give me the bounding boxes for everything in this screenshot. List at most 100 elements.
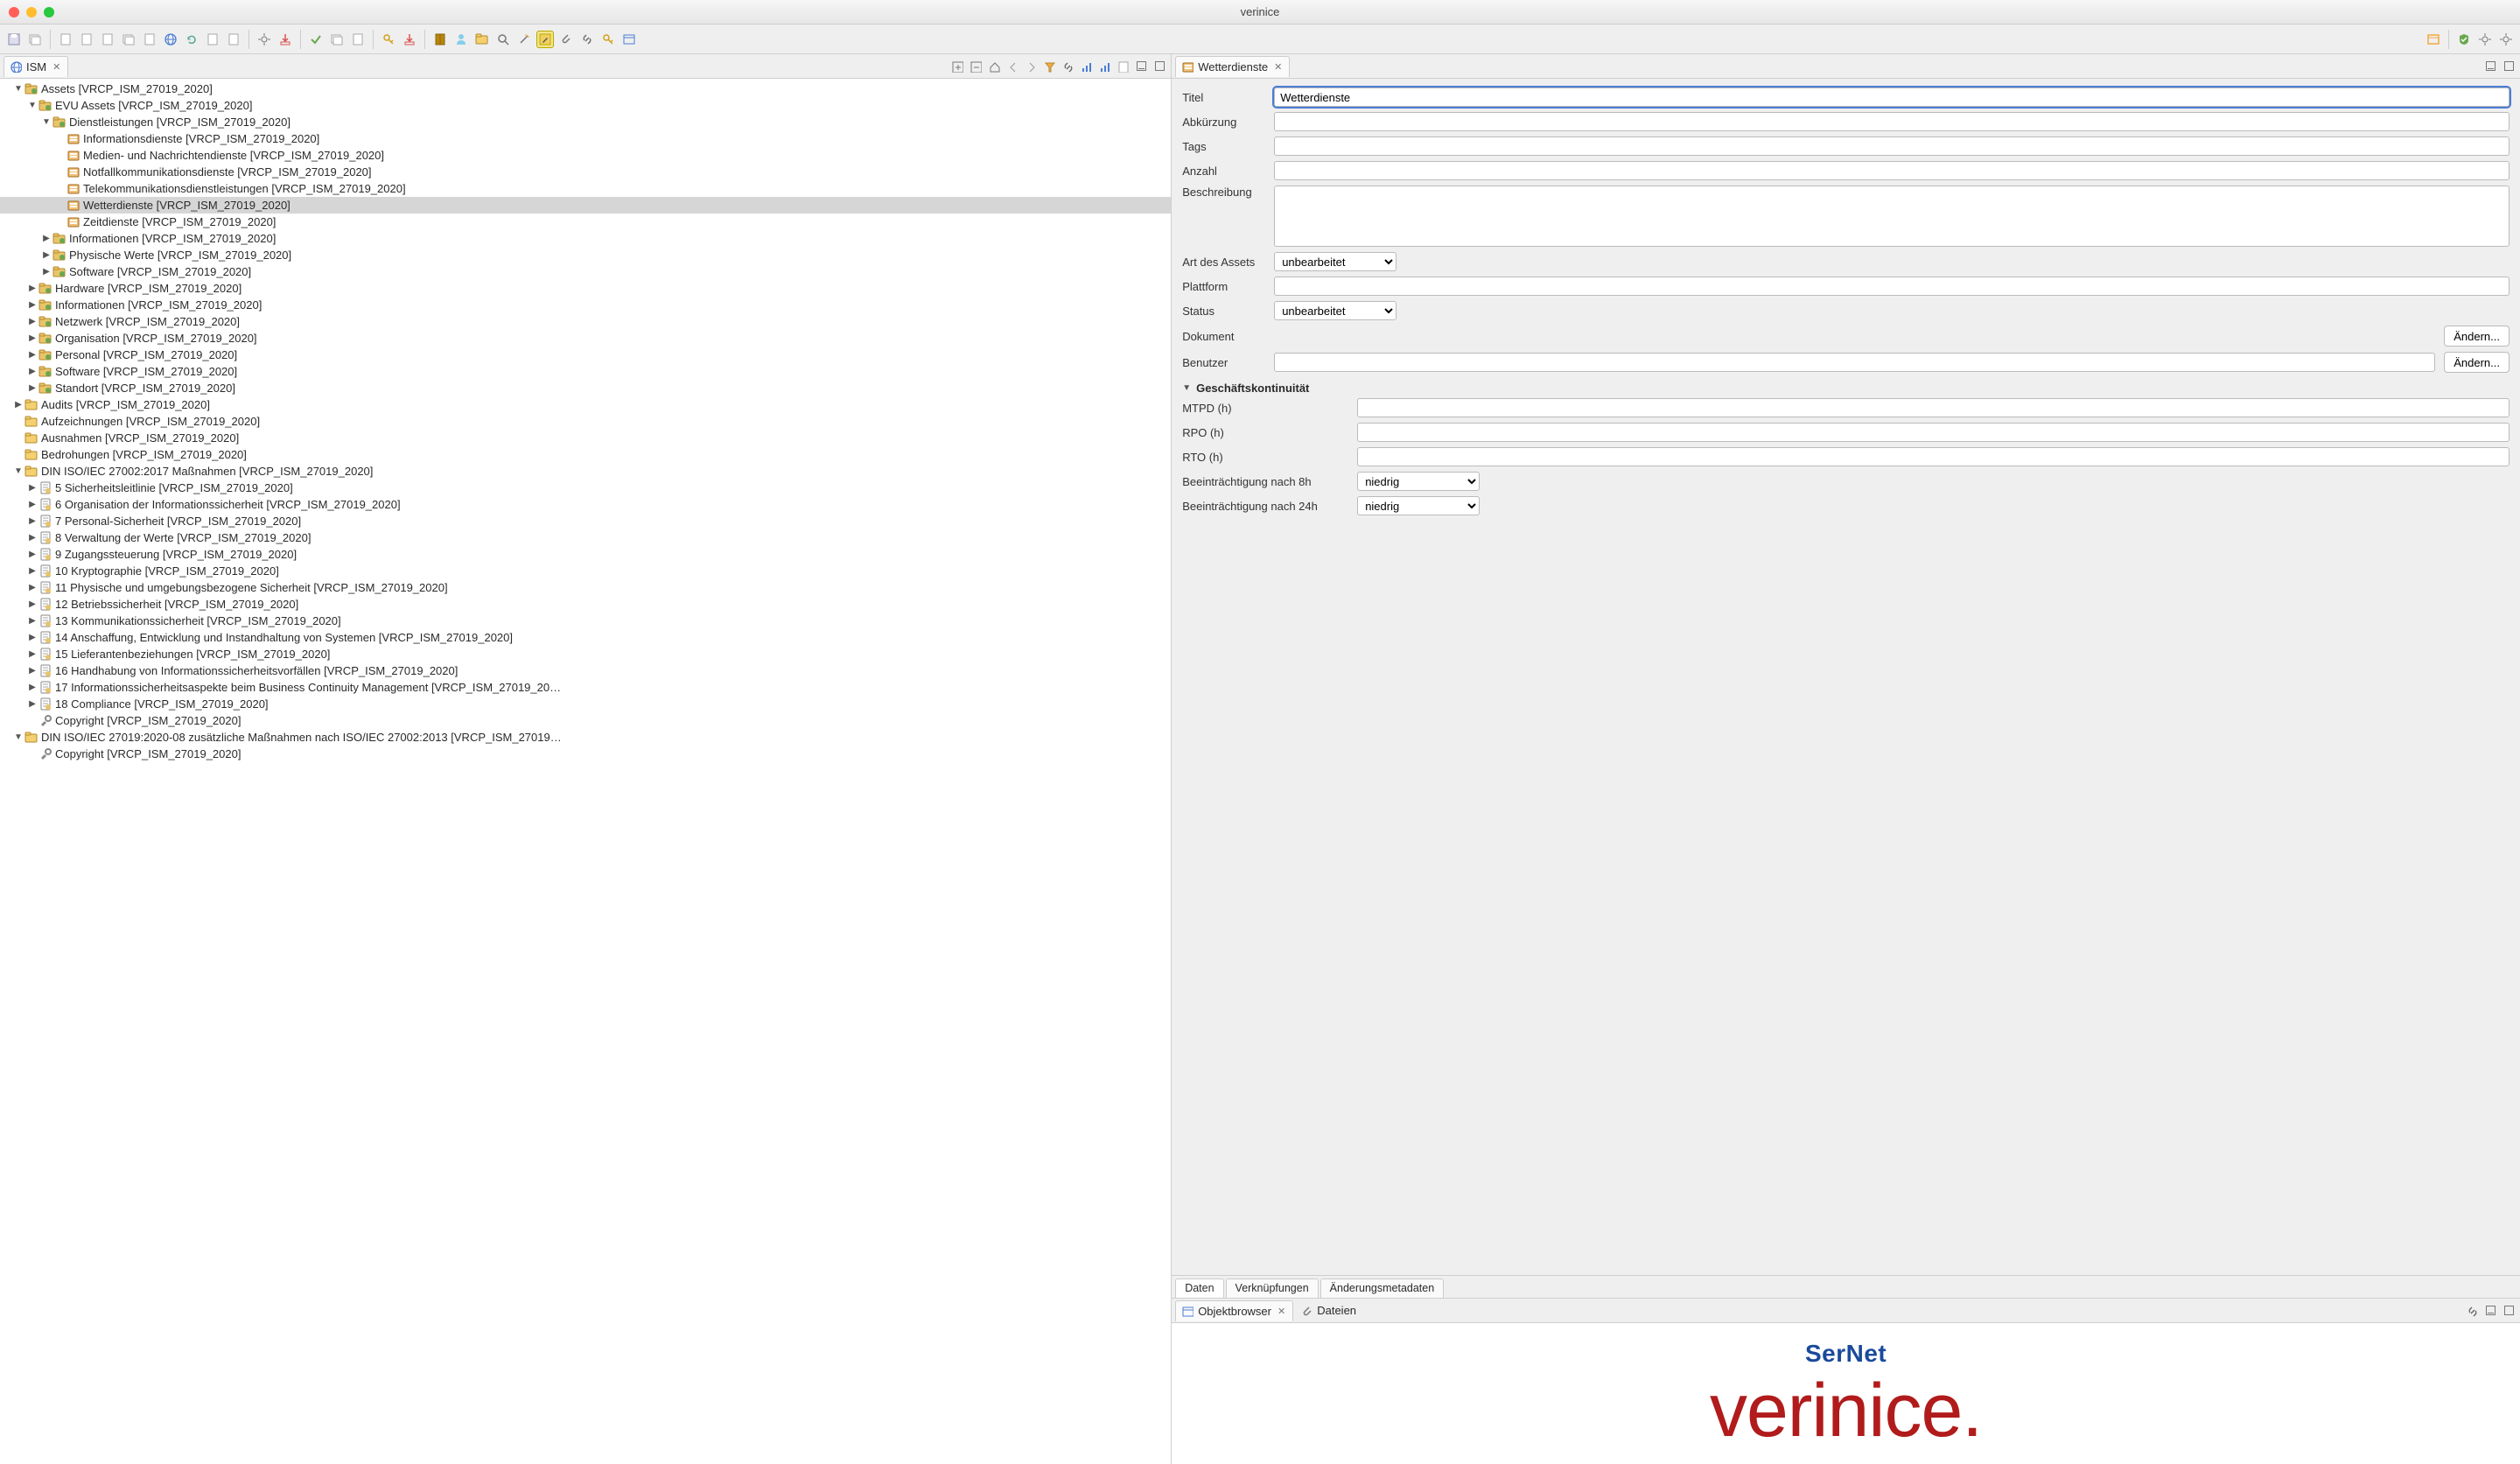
tree-node[interactable]: ▶11 Physische und umgebungsbezogene Sich… — [0, 579, 1171, 596]
twisty-icon[interactable]: ▼ — [12, 466, 24, 476]
twisty-icon[interactable]: ▶ — [26, 333, 38, 343]
twisty-icon[interactable]: ▶ — [26, 649, 38, 659]
editor-bottom-tab[interactable]: Änderungsmetadaten — [1320, 1278, 1445, 1298]
toolbar-folder-icon[interactable] — [473, 31, 491, 48]
tree-node[interactable]: ▶Organisation [VRCP_ISM_27019_2020] — [0, 330, 1171, 347]
toolbar-pageexport-icon[interactable] — [225, 31, 242, 48]
art-select[interactable]: unbearbeitet — [1274, 252, 1396, 271]
objektbrowser-tab[interactable]: Objektbrowser ✕ — [1175, 1300, 1293, 1321]
benutzer-input[interactable] — [1274, 353, 2435, 372]
tree-node[interactable]: ▶Informationen [VRCP_ISM_27019_2020] — [0, 297, 1171, 313]
twisty-icon[interactable]: ▶ — [26, 699, 38, 709]
bottom-maximize-button[interactable] — [2501, 1303, 2516, 1319]
rpo-input[interactable] — [1357, 423, 2510, 442]
tree-node[interactable]: ▼Dienstleistungen [VRCP_ISM_27019_2020] — [0, 114, 1171, 130]
toolbar-globe-icon[interactable] — [162, 31, 179, 48]
twisty-icon[interactable]: ▶ — [40, 250, 52, 260]
twisty-icon[interactable]: ▼ — [40, 117, 52, 127]
twisty-icon[interactable]: ▶ — [12, 400, 24, 410]
toolbar-search-icon[interactable] — [494, 31, 512, 48]
tree-node[interactable]: ▶Zeitdienste [VRCP_ISM_27019_2020] — [0, 214, 1171, 230]
twisty-icon[interactable]: ▼ — [26, 101, 38, 110]
tags-input[interactable] — [1274, 137, 2510, 156]
tree-node[interactable]: ▼DIN ISO/IEC 27002:2017 Maßnahmen [VRCP_… — [0, 463, 1171, 480]
toolbar-saveall-icon[interactable] — [26, 31, 44, 48]
tree-node[interactable]: ▶16 Handhabung von Informationssicherhei… — [0, 662, 1171, 679]
ism-view-tab[interactable]: ISM ✕ — [4, 56, 68, 77]
toolbar-save-icon[interactable] — [5, 31, 23, 48]
tree-node[interactable]: ▶18 Compliance [VRCP_ISM_27019_2020] — [0, 696, 1171, 712]
toolbar-gear3-icon[interactable] — [2497, 31, 2515, 48]
tree-node[interactable]: ▼Assets [VRCP_ISM_27019_2020] — [0, 81, 1171, 97]
toolbar-pagegear-icon[interactable] — [141, 31, 158, 48]
tree-node[interactable]: ▶10 Kryptographie [VRCP_ISM_27019_2020] — [0, 563, 1171, 579]
toolbar-stack-icon[interactable] — [120, 31, 137, 48]
twisty-icon[interactable]: ▶ — [26, 317, 38, 326]
tree-node[interactable]: ▶Audits [VRCP_ISM_27019_2020] — [0, 396, 1171, 413]
tree-node[interactable]: ▶Aufzeichnungen [VRCP_ISM_27019_2020] — [0, 413, 1171, 430]
chart-button[interactable] — [1078, 59, 1094, 74]
twisty-icon[interactable]: ▶ — [26, 300, 38, 310]
mtpd-input[interactable] — [1357, 398, 2510, 417]
twisty-icon[interactable]: ▼ — [12, 84, 24, 94]
twisty-icon[interactable]: ▶ — [26, 583, 38, 592]
benutzer-aendern-button[interactable]: Ändern... — [2444, 352, 2510, 373]
view-minimize-button[interactable] — [1133, 59, 1149, 74]
toolbar-person-icon[interactable] — [452, 31, 470, 48]
toolbar-paste-icon[interactable] — [349, 31, 367, 48]
toolbar-browser-icon[interactable] — [620, 31, 638, 48]
chart2-button[interactable] — [1096, 59, 1112, 74]
twisty-icon[interactable]: ▶ — [26, 666, 38, 676]
plattform-input[interactable] — [1274, 277, 2510, 296]
twisty-icon[interactable]: ▶ — [26, 599, 38, 609]
toolbar-pagecopy-icon[interactable] — [99, 31, 116, 48]
toolbar-perspective-icon[interactable] — [2425, 31, 2442, 48]
toolbar-import-icon[interactable] — [276, 31, 294, 48]
toolbar-book-icon[interactable] — [431, 31, 449, 48]
twisty-icon[interactable]: ▶ — [26, 284, 38, 293]
toolbar-page-icon[interactable] — [57, 31, 74, 48]
twisty-icon[interactable]: ▶ — [26, 500, 38, 509]
tree-node[interactable]: ▶Netzwerk [VRCP_ISM_27019_2020] — [0, 313, 1171, 330]
ism-view-close[interactable]: ✕ — [51, 61, 62, 73]
tree-node[interactable]: ▶Copyright [VRCP_ISM_27019_2020] — [0, 712, 1171, 729]
twisty-icon[interactable]: ▶ — [26, 383, 38, 393]
toolbar-key-icon[interactable] — [380, 31, 397, 48]
toolbar-link-icon[interactable] — [578, 31, 596, 48]
tree-node[interactable]: ▶Informationen [VRCP_ISM_27019_2020] — [0, 230, 1171, 247]
twisty-icon[interactable]: ▶ — [26, 550, 38, 559]
expand-all-button[interactable] — [949, 59, 965, 74]
dateien-tab[interactable]: Dateien — [1295, 1300, 1362, 1321]
toolbar-check-icon[interactable] — [307, 31, 325, 48]
toolbar-gear-icon[interactable] — [256, 31, 273, 48]
twisty-icon[interactable]: ▶ — [26, 483, 38, 493]
tree-node[interactable]: ▶Telekommunikationsdienstleistungen [VRC… — [0, 180, 1171, 197]
twisty-icon[interactable]: ▶ — [26, 516, 38, 526]
toolbar-pagenew-icon[interactable] — [78, 31, 95, 48]
view-maximize-button[interactable] — [1152, 59, 1167, 74]
twisty-icon[interactable]: ▶ — [40, 234, 52, 243]
tree-node[interactable]: ▶Software [VRCP_ISM_27019_2020] — [0, 363, 1171, 380]
forward-button[interactable] — [1023, 59, 1039, 74]
tree-node[interactable]: ▶Standort [VRCP_ISM_27019_2020] — [0, 380, 1171, 396]
twisty-icon[interactable]: ▶ — [26, 367, 38, 376]
toolbar-attach-icon[interactable] — [557, 31, 575, 48]
tree-node[interactable]: ▶Informationsdienste [VRCP_ISM_27019_202… — [0, 130, 1171, 147]
tree-node[interactable]: ▶Physische Werte [VRCP_ISM_27019_2020] — [0, 247, 1171, 263]
bottom-minimize-button[interactable] — [2482, 1303, 2498, 1319]
editor-bottom-tab[interactable]: Daten — [1175, 1278, 1223, 1298]
toolbar-pageimport-icon[interactable] — [204, 31, 221, 48]
tree-node[interactable]: ▶7 Personal-Sicherheit [VRCP_ISM_27019_2… — [0, 513, 1171, 529]
ism-tree[interactable]: ▼Assets [VRCP_ISM_27019_2020]▼EVU Assets… — [0, 79, 1171, 764]
editor-tab-close[interactable]: ✕ — [1272, 61, 1284, 73]
editor-bottom-tab[interactable]: Verknüpfungen — [1226, 1278, 1319, 1298]
tree-node[interactable]: ▶5 Sicherheitsleitlinie [VRCP_ISM_27019_… — [0, 480, 1171, 496]
twisty-icon[interactable]: ▶ — [26, 533, 38, 543]
beein24-select[interactable]: niedrig — [1357, 496, 1480, 515]
tree-node[interactable]: ▶Ausnahmen [VRCP_ISM_27019_2020] — [0, 430, 1171, 446]
toolbar-import2-icon[interactable] — [401, 31, 418, 48]
status-select[interactable]: unbearbeitet — [1274, 301, 1396, 320]
toolbar-gear2-icon[interactable] — [2476, 31, 2494, 48]
anzahl-input[interactable] — [1274, 161, 2510, 180]
beschreibung-input[interactable] — [1274, 186, 2510, 247]
